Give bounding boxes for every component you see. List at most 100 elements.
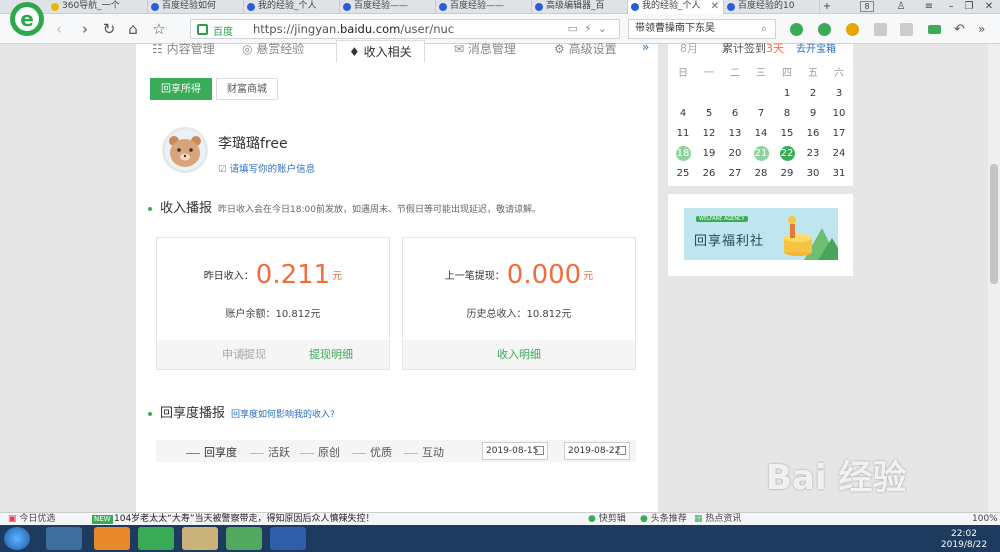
calendar-day[interactable]: 10: [826, 104, 852, 124]
calendar-day[interactable]: 21: [748, 144, 774, 164]
browser-tab[interactable]: 百度经验的10: [724, 0, 820, 14]
income-details-link[interactable]: 收入明细: [403, 340, 635, 369]
shield-plugin-icon[interactable]: [846, 23, 859, 36]
scrollbar-thumb[interactable]: [990, 164, 998, 284]
browser-tab-active[interactable]: 我的经验_个人 ✕: [628, 0, 724, 14]
calendar-day[interactable]: 15: [774, 124, 800, 144]
browser-tab[interactable]: 我的经验_个人: [244, 0, 340, 14]
taskbar-app-icon[interactable]: [46, 527, 82, 550]
calendar-day[interactable]: 22: [774, 144, 800, 164]
shirt-icon[interactable]: ♙: [894, 0, 908, 14]
url-input[interactable]: 百度 https://jingyan.baidu.com/user/nuc ▭⚡…: [190, 19, 620, 39]
calendar-day[interactable]: 20: [722, 144, 748, 164]
calendar-day[interactable]: 8: [774, 104, 800, 124]
reload-icon[interactable]: ↻: [100, 20, 118, 38]
calendar-day[interactable]: 2: [800, 84, 826, 104]
calendar-day[interactable]: 5: [696, 104, 722, 124]
calendar-day[interactable]: 19: [696, 144, 722, 164]
battery-icon[interactable]: [928, 25, 941, 34]
tab-wealth-mall[interactable]: 财富商城: [216, 78, 278, 100]
taskbar-app-icon[interactable]: [94, 527, 130, 550]
browser-taskbar-icon[interactable]: [226, 527, 262, 550]
calendar-day[interactable]: 4: [670, 104, 696, 124]
home-icon[interactable]: ⌂: [124, 20, 142, 38]
windows-start-icon[interactable]: [4, 527, 30, 550]
open-treasure-link[interactable]: 去开宝箱: [796, 44, 836, 55]
calendar-day[interactable]: 3: [826, 84, 852, 104]
tab-advanced-settings[interactable]: ⚙ 高级设置: [554, 40, 617, 57]
calendar-day[interactable]: 24: [826, 144, 852, 164]
calendar-day[interactable]: 6: [722, 104, 748, 124]
filter-original[interactable]: 原创: [300, 444, 340, 460]
calendar-day[interactable]: 30: [800, 164, 826, 184]
calendar-day[interactable]: 1: [774, 84, 800, 104]
welfare-banner[interactable]: WELFARE AGENCY 回享福利社: [668, 194, 853, 276]
calendar-day[interactable]: 29: [774, 164, 800, 184]
undo-icon[interactable]: ↶: [954, 23, 967, 36]
calendar-day[interactable]: 25: [670, 164, 696, 184]
folder-icon[interactable]: [182, 527, 218, 550]
plugin-icon[interactable]: [818, 23, 831, 36]
tab-content-manage[interactable]: ☷ 内容管理: [152, 40, 215, 57]
image-icon[interactable]: [874, 23, 887, 36]
calendar-day[interactable]: 23: [800, 144, 826, 164]
back-icon[interactable]: ‹: [50, 20, 68, 38]
subnav-more-icon[interactable]: »: [642, 40, 649, 54]
filter-degree[interactable]: 回享度: [186, 444, 237, 460]
date-from-input[interactable]: 2019-08-15: [482, 442, 548, 460]
search-icon[interactable]: ⌕: [761, 20, 767, 38]
date-to-input[interactable]: 2019-08-22: [564, 442, 630, 460]
minimize-icon[interactable]: –: [944, 0, 958, 14]
favorite-star-icon[interactable]: ☆: [150, 20, 168, 38]
browser-tab[interactable]: 百度经验——: [436, 0, 532, 14]
calendar-day[interactable]: 13: [722, 124, 748, 144]
forward-icon[interactable]: ›: [76, 20, 94, 38]
url-actions-icon[interactable]: ▭⚡⌄: [568, 22, 613, 35]
calendar-day[interactable]: 26: [696, 164, 722, 184]
tab-reward-experience[interactable]: ◎ 悬赏经验: [242, 40, 304, 57]
calendar-day[interactable]: 31: [826, 164, 852, 184]
calendar-day[interactable]: 14: [748, 124, 774, 144]
avatar[interactable]: [162, 127, 208, 173]
browser-tab[interactable]: 百度经验——: [340, 0, 436, 14]
scissors-icon[interactable]: [790, 23, 803, 36]
browser-tab[interactable]: 高级编辑器_百: [532, 0, 628, 14]
page-scrollbar[interactable]: [988, 44, 1000, 512]
degree-help-link[interactable]: 回享度如何影响我的收入?: [231, 410, 335, 420]
screenshot-icon[interactable]: [900, 23, 913, 36]
word-icon[interactable]: [270, 527, 306, 550]
calendar-day[interactable]: 17: [826, 124, 852, 144]
filter-interaction[interactable]: 互动: [404, 444, 444, 460]
tab-income[interactable]: ♦ 收入相关: [336, 40, 425, 62]
tab-message-manage[interactable]: ✉ 消息管理: [454, 40, 516, 57]
calendar-day[interactable]: 28: [748, 164, 774, 184]
search-input[interactable]: 带领曹操南下东吴 ⌕: [628, 19, 776, 39]
browser-tab[interactable]: 360导航_一个: [48, 0, 148, 14]
more-icon[interactable]: »: [978, 23, 991, 36]
hot-news-button[interactable]: ▦ 热点资讯: [694, 513, 741, 525]
menu-icon[interactable]: ≡: [922, 0, 936, 14]
calendar-day[interactable]: 18: [670, 144, 696, 164]
close-tab-icon[interactable]: ✕: [711, 0, 719, 13]
tab-shared-earnings[interactable]: 回享所得: [150, 78, 212, 100]
today-picks[interactable]: ▣ 今日优选: [8, 513, 55, 525]
restore-icon[interactable]: ❐: [962, 0, 976, 14]
edit-account-link[interactable]: ☑ 请填写你的账户信息: [218, 161, 315, 175]
withdraw-details-link[interactable]: 提现明细: [273, 340, 389, 369]
filter-quality[interactable]: 优质: [352, 444, 392, 460]
news-ticker[interactable]: 104岁老太太“大寿”当天被警察带走，得知原因后众人慎辣失控！: [114, 513, 375, 525]
browser-tab[interactable]: 百度经验如何: [148, 0, 244, 14]
calendar-day[interactable]: 12: [696, 124, 722, 144]
welfare-banner-image[interactable]: WELFARE AGENCY 回享福利社: [684, 208, 838, 260]
headline-button[interactable]: ● 头条推荐: [640, 513, 687, 525]
window-close-icon[interactable]: ✕: [982, 0, 996, 14]
calendar-day[interactable]: 7: [748, 104, 774, 124]
calendar-day[interactable]: 11: [670, 124, 696, 144]
taskbar-app-icon[interactable]: [138, 527, 174, 550]
system-clock[interactable]: 22:02 2019/8/22: [940, 529, 988, 551]
calendar-day[interactable]: 9: [800, 104, 826, 124]
filter-active[interactable]: 活跃: [250, 444, 290, 460]
new-tab-icon[interactable]: +: [820, 0, 834, 14]
calendar-day[interactable]: 27: [722, 164, 748, 184]
calendar-day[interactable]: 16: [800, 124, 826, 144]
